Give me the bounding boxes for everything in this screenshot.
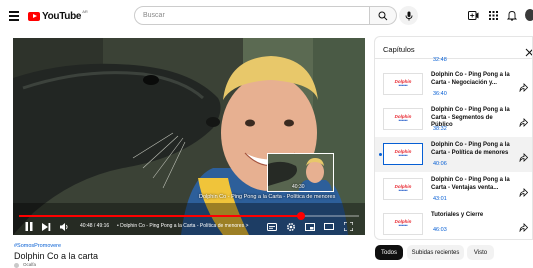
fullscreen-button[interactable] <box>343 221 354 232</box>
chapter-time: 40:06 <box>433 161 447 167</box>
chip-todos[interactable]: Todos <box>375 245 403 260</box>
chapter-thumbnail: Dolphin ■■■■■■ <box>383 213 423 235</box>
next-button[interactable] <box>41 221 52 232</box>
volume-button[interactable] <box>59 221 70 232</box>
chapter-item[interactable]: Dolphin ■■■■■■ Tutoriales y Cierre 46:03 <box>375 207 532 239</box>
top-header: YouTube AR <box>0 0 533 34</box>
player-controls: 40:48 / 49:16 • Dolphin Co - Ping Pong a… <box>13 219 365 235</box>
theater-mode-icon <box>323 223 334 230</box>
time-display: 40:48 / 49:16 <box>80 223 110 229</box>
share-icon[interactable] <box>519 219 529 233</box>
pause-icon <box>25 222 32 231</box>
channel-name[interactable]: Ocalfa <box>23 262 36 267</box>
miniplayer-icon <box>304 222 315 231</box>
share-icon[interactable] <box>519 79 529 93</box>
miniplayer-button[interactable] <box>304 221 315 232</box>
bell-icon[interactable] <box>505 8 519 22</box>
subtitles-button[interactable] <box>266 221 277 232</box>
search-icon <box>378 11 388 20</box>
volume-icon <box>60 222 68 231</box>
microphone-icon <box>405 11 412 20</box>
chapter-time: 46:03 <box>433 227 447 233</box>
chapter-time[interactable]: 32:48 <box>433 57 447 63</box>
chip-subidas-recientes[interactable]: Subidas recientes <box>407 245 464 260</box>
chapter-title: Dolphin Co - Ping Pong a la Carta - Vent… <box>431 177 510 191</box>
chapters-panel: Capítulos 32:48 Dolphin ■■■■■■ Dolphin Co… <box>374 36 533 240</box>
chapter-thumbnail: Dolphin ■■■■■■ <box>383 73 423 95</box>
chapter-thumbnail: Dolphin ■■■■■■ <box>383 108 423 130</box>
youtube-logo[interactable]: YouTube AR <box>28 9 88 22</box>
progress-played <box>19 215 302 217</box>
chapter-title: Dolphin Co - Ping Pong a la Carta - Polí… <box>431 142 510 156</box>
fullscreen-icon <box>344 222 353 231</box>
apps-grid-icon[interactable] <box>486 8 500 22</box>
theater-mode-button[interactable] <box>323 221 334 232</box>
share-icon[interactable] <box>519 149 529 163</box>
progress-bar[interactable] <box>19 212 359 220</box>
gear-icon <box>286 222 295 231</box>
chapter-thumbnail: Dolphin ■■■■■■ <box>383 143 423 165</box>
subtitles-icon <box>266 222 277 231</box>
seek-preview-time: 40:30 <box>292 184 305 190</box>
chapter-thumbnail: Dolphin ■■■■■■ <box>383 178 423 200</box>
chapter-item-active[interactable]: Dolphin ■■■■■■ Dolphin Co - Ping Pong a l… <box>375 137 532 172</box>
chapter-title: Tutoriales y Cierre <box>431 212 484 218</box>
voice-search-button[interactable] <box>399 6 418 25</box>
youtube-play-icon <box>28 11 40 21</box>
chapter-item[interactable]: Dolphin ■■■■■■ Dolphin Co - Ping Pong a l… <box>375 67 532 102</box>
current-chapter-indicator <box>379 153 382 156</box>
pause-button[interactable] <box>23 221 34 232</box>
current-chapter-button[interactable]: • Dolphin Co - Ping Pong a la Carta - Po… <box>117 223 248 229</box>
chapter-overlay-title: Dolphin Co - Ping Pong a la Carta - Polí… <box>199 194 336 200</box>
channel-row[interactable]: Ocalfa <box>14 262 44 268</box>
chapter-time: 36:40 <box>433 91 447 97</box>
video-title: Dolphin Co a la carta <box>14 251 99 261</box>
logo-text: YouTube <box>42 10 82 22</box>
chapter-item[interactable]: Dolphin ■■■■■■ Dolphin Co - Ping Pong a l… <box>375 172 532 207</box>
chapters-header: Capítulos <box>375 37 532 59</box>
chapter-item[interactable]: Dolphin ■■■■■■ Dolphin Co - Ping Pong a l… <box>375 102 532 137</box>
video-hashtag[interactable]: #SomosPromovere <box>14 243 61 249</box>
search-box <box>134 6 370 25</box>
search-button[interactable] <box>370 6 397 25</box>
search-input[interactable] <box>143 7 363 24</box>
settings-button[interactable] <box>285 221 296 232</box>
channel-avatar[interactable] <box>14 263 19 268</box>
share-icon[interactable] <box>519 184 529 198</box>
chapter-time: 43:01 <box>433 196 447 202</box>
share-icon[interactable] <box>519 114 529 128</box>
chapters-title: Capítulos <box>383 45 415 54</box>
video-player[interactable]: Dolphin Co - Ping Pong a la Carta - Polí… <box>13 38 365 235</box>
hamburger-menu-icon[interactable] <box>9 11 19 21</box>
video-frame <box>13 38 365 235</box>
chapter-title: Dolphin Co - Ping Pong a la Carta - Nego… <box>431 72 510 86</box>
create-video-icon[interactable] <box>466 8 480 22</box>
chapter-time: 38:32 <box>433 126 447 132</box>
chip-visto[interactable]: Visto <box>467 245 494 260</box>
avatar[interactable] <box>525 8 533 22</box>
close-icon[interactable] <box>525 44 532 57</box>
logo-country-code: AR <box>82 9 88 14</box>
skip-next-icon <box>42 222 51 231</box>
